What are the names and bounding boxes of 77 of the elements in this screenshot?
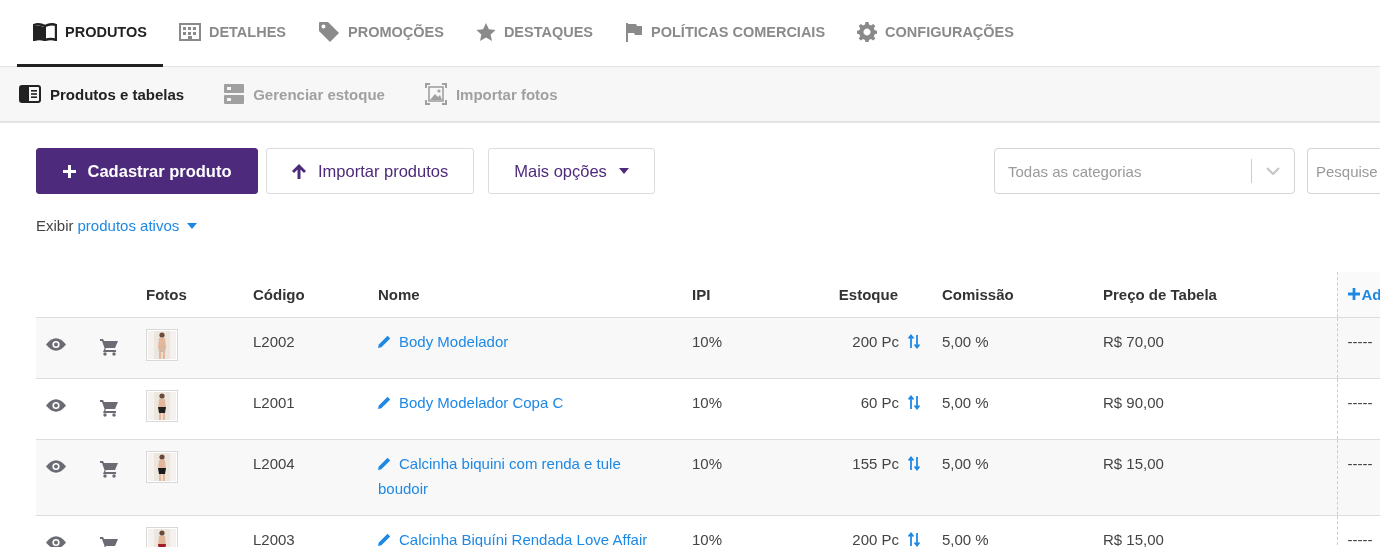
eye-icon[interactable] [46, 338, 66, 351]
cart-icon[interactable] [100, 338, 118, 356]
table-cell: L2004 [253, 455, 295, 472]
gear-icon [857, 22, 878, 42]
column-header: Nome [378, 286, 420, 303]
pencil-icon [378, 335, 391, 348]
table-cell: 10% [692, 394, 723, 411]
nav-tab[interactable]: CONFIGURAÇÕES [841, 0, 1030, 67]
image-icon [424, 83, 447, 105]
table-cell: 5,00 % [942, 333, 989, 350]
add-product-button[interactable]: Cadastrar produto [36, 148, 258, 194]
table-cell: ----- [1347, 333, 1373, 350]
table-cell: ----- [1347, 531, 1373, 547]
server-icon [224, 84, 245, 104]
eye-icon[interactable] [46, 536, 66, 547]
table-cell: 5,00 % [942, 455, 989, 472]
table-cell: 10% [692, 333, 723, 350]
table-cell: L2002 [253, 333, 295, 350]
sub-tab[interactable]: Gerenciar estoque [224, 84, 385, 104]
more-options-button[interactable]: Mais opções [488, 148, 655, 194]
table-cell: ----- [1347, 455, 1373, 472]
table-cell: R$ 15,00 [1103, 455, 1164, 472]
eye-icon[interactable] [46, 460, 66, 473]
table-cell: 155 Pc [852, 455, 899, 472]
table-cell: 60 Pc [860, 394, 899, 411]
sub-tab[interactable]: Importar fotos [424, 83, 558, 105]
caret-icon [618, 168, 629, 174]
search-field[interactable]: Pesquise [1307, 148, 1380, 194]
table-cell: 10% [692, 455, 723, 472]
column-header: Comissão [942, 286, 1014, 303]
column-header: Preço de Tabela [1103, 286, 1217, 303]
pencil-icon [378, 396, 391, 409]
filter-dropdown[interactable]: produtos ativos [77, 217, 198, 234]
table-cell: ----- [1347, 394, 1373, 411]
column-header: Fotos [146, 286, 187, 303]
nav-tab[interactable]: POLÍTICAS COMERCIAIS [609, 0, 842, 67]
swap-icon[interactable] [908, 532, 920, 547]
building-icon [178, 23, 201, 41]
swap-icon[interactable] [908, 395, 920, 410]
swap-icon[interactable] [908, 334, 920, 349]
table-cell: L2003 [253, 531, 295, 547]
cart-icon[interactable] [100, 399, 118, 417]
table-cell: R$ 70,00 [1103, 333, 1164, 350]
arrow-up-icon [292, 163, 306, 179]
plus-icon [62, 164, 76, 178]
table-cell: 200 Pc [852, 333, 899, 350]
column-header: Código [253, 286, 305, 303]
flag-icon [625, 22, 644, 42]
pencil-icon [378, 457, 391, 470]
table-cell: 10% [692, 531, 723, 547]
chevron-down-icon [1266, 167, 1280, 175]
edit-product-link[interactable]: Body Modelador Copa C [378, 390, 653, 415]
book-icon [33, 23, 57, 41]
nav-tab[interactable]: PROMOÇÕES [302, 0, 460, 67]
table-cell: R$ 15,00 [1103, 531, 1164, 547]
panel-icon [19, 85, 41, 103]
star-icon [475, 22, 496, 42]
table-cell: 5,00 % [942, 531, 989, 547]
column-header: Estoque [838, 286, 898, 303]
cart-icon[interactable] [100, 460, 118, 478]
plus-icon [1347, 288, 1360, 301]
nav-tab[interactable]: DETALHES [162, 0, 302, 67]
filter-label: Exibir [36, 217, 74, 234]
import-products-button[interactable]: Importar produtos [266, 148, 475, 194]
table-cell: R$ 90,00 [1103, 394, 1164, 411]
table-cell: 5,00 % [942, 394, 989, 411]
table-cell: 200 Pc [852, 531, 899, 547]
pencil-icon [378, 533, 391, 546]
nav-tab[interactable]: DESTAQUES [459, 0, 610, 67]
table-cell: L2001 [253, 394, 295, 411]
tag-icon [318, 21, 340, 43]
caret-icon [187, 222, 198, 229]
eye-icon[interactable] [46, 399, 66, 412]
swap-icon[interactable] [908, 456, 920, 471]
column-header: IPI [692, 286, 711, 303]
category-select[interactable]: Todas as categorias [994, 148, 1295, 194]
sub-tab[interactable]: Produtos e tabelas [19, 85, 185, 103]
